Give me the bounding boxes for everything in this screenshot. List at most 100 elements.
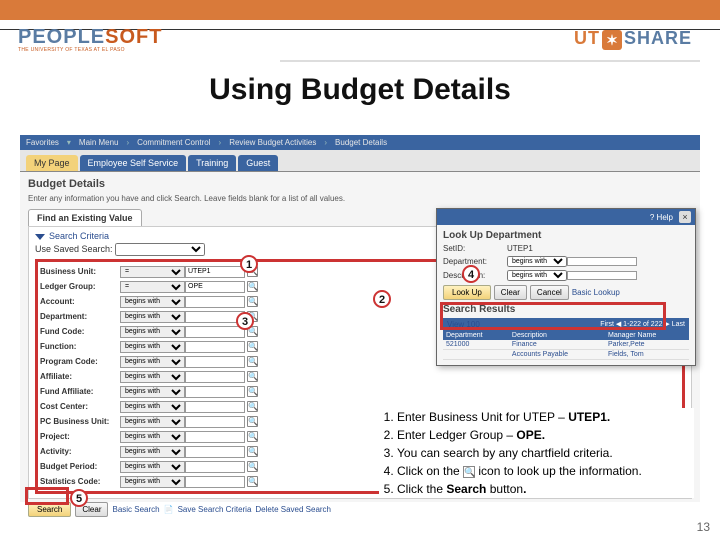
lookup-icon[interactable]: 🔍: [247, 281, 258, 292]
criteria-label: Project:: [40, 432, 120, 441]
criteria-input[interactable]: [185, 446, 245, 458]
tab-ess[interactable]: Employee Self Service: [80, 155, 187, 171]
popup-desc-input[interactable]: [567, 271, 637, 280]
breadcrumb-item[interactable]: Commitment Control: [137, 138, 210, 147]
lookup-icon[interactable]: 🔍: [247, 386, 258, 397]
popup-op-select[interactable]: begins with: [507, 256, 567, 267]
popup-dept-row: Department: begins with: [443, 256, 689, 267]
criteria-op-select[interactable]: begins with: [120, 401, 185, 413]
breadcrumb-item[interactable]: Budget Details: [335, 138, 387, 147]
save-criteria-link[interactable]: Save Search Criteria: [178, 505, 252, 514]
basic-lookup-link[interactable]: Basic Lookup: [572, 288, 620, 297]
lookup-icon[interactable]: 🔍: [247, 446, 258, 457]
criteria-op-select[interactable]: begins with: [120, 446, 185, 458]
breadcrumb-item[interactable]: Favorites: [26, 138, 59, 147]
basic-search-link[interactable]: Basic Search: [112, 505, 159, 514]
criteria-input[interactable]: [185, 386, 245, 398]
skyline-graphic: [0, 0, 720, 20]
criteria-input[interactable]: [185, 416, 245, 428]
popup-titlebar: ? Help ×: [437, 209, 695, 225]
page-hint: Enter any information you have and click…: [28, 194, 692, 203]
lookup-department-popup: ? Help × Look Up Department SetID: UTEP1…: [436, 208, 696, 366]
tab-training[interactable]: Training: [188, 155, 236, 171]
lookup-icon[interactable]: 🔍: [247, 401, 258, 412]
criteria-input[interactable]: [185, 266, 245, 278]
criteria-op-select[interactable]: begins with: [120, 461, 185, 473]
criteria-op-select[interactable]: begins with: [120, 431, 185, 443]
callout-1: 1: [240, 255, 258, 273]
instruction-item: Enter Ledger Group – OPE.: [397, 426, 694, 444]
popup-dept-input[interactable]: [567, 257, 637, 266]
col-description[interactable]: Description: [509, 331, 605, 340]
lookup-icon[interactable]: 🔍: [247, 356, 258, 367]
criteria-input[interactable]: [185, 356, 245, 368]
table-cell[interactable]: [443, 350, 509, 360]
popup-help-link[interactable]: ? Help: [650, 213, 673, 222]
lookup-icon[interactable]: 🔍: [247, 476, 258, 487]
criteria-op-select[interactable]: begins with: [120, 296, 185, 308]
criteria-label: Statistics Code:: [40, 477, 120, 486]
tab-mypage[interactable]: My Page: [26, 155, 78, 171]
criteria-input[interactable]: [185, 326, 245, 338]
table-cell[interactable]: Parker,Pete: [605, 340, 689, 350]
table-cell[interactable]: Fields, Tom: [605, 350, 689, 360]
criteria-label: PC Business Unit:: [40, 417, 120, 426]
lookup-icon[interactable]: 🔍: [247, 431, 258, 442]
lookup-icon[interactable]: 🔍: [247, 371, 258, 382]
criteria-label: Affiliate:: [40, 372, 120, 381]
callout-3: 3: [236, 312, 254, 330]
criteria-input[interactable]: [185, 281, 245, 293]
breadcrumb-item[interactable]: Review Budget Activities: [229, 138, 316, 147]
criteria-op-select[interactable]: begins with: [120, 476, 185, 488]
table-cell[interactable]: Finance: [509, 340, 605, 350]
popup-setid-value: UTEP1: [507, 244, 533, 253]
popup-field-label: Department:: [443, 257, 507, 266]
popup-cancel-button[interactable]: Cancel: [530, 285, 569, 300]
table-cell[interactable]: Accounts Payable: [509, 350, 605, 360]
delete-saved-link[interactable]: Delete Saved Search: [255, 505, 331, 514]
criteria-input[interactable]: [185, 341, 245, 353]
lookup-icon[interactable]: 🔍: [247, 296, 258, 307]
criteria-op-select[interactable]: begins with: [120, 341, 185, 353]
results-table: Department Description Manager Name 5210…: [443, 331, 689, 360]
col-manager[interactable]: Manager Name: [605, 331, 689, 340]
criteria-label: Cost Center:: [40, 402, 120, 411]
logo-text-soft: SOFT: [105, 26, 162, 48]
find-existing-tab[interactable]: Find an Existing Value: [28, 209, 142, 226]
criteria-label: Search Criteria: [49, 231, 109, 241]
saved-search-select[interactable]: [115, 243, 205, 256]
criteria-label: Account:: [40, 297, 120, 306]
lookup-icon[interactable]: 🔍: [247, 461, 258, 472]
criteria-op-select[interactable]: begins with: [120, 356, 185, 368]
table-row[interactable]: Accounts PayableFields, Tom: [443, 350, 689, 360]
instruction-list: Enter Business Unit for UTEP – UTEP1.Ent…: [379, 408, 694, 498]
criteria-input[interactable]: [185, 401, 245, 413]
table-cell[interactable]: 521000: [443, 340, 509, 350]
instruction-item: Click on the 🔍 icon to look up the infor…: [397, 462, 694, 480]
lookup-icon[interactable]: 🔍: [247, 416, 258, 427]
criteria-op-select[interactable]: begins with: [120, 386, 185, 398]
criteria-input[interactable]: [185, 371, 245, 383]
breadcrumb-item[interactable]: Main Menu: [79, 138, 119, 147]
callout-5: 5: [70, 489, 88, 507]
table-row[interactable]: 521000FinanceParker,Pete: [443, 340, 689, 350]
criteria-input[interactable]: [185, 476, 245, 488]
lookup-button[interactable]: Look Up: [443, 285, 491, 300]
criteria-input[interactable]: [185, 431, 245, 443]
header-underline: [280, 60, 700, 62]
criteria-op-select[interactable]: begins with: [120, 416, 185, 428]
lookup-icon[interactable]: 🔍: [247, 341, 258, 352]
popup-clear-button[interactable]: Clear: [494, 285, 527, 300]
close-icon[interactable]: ×: [679, 211, 691, 223]
criteria-input[interactable]: [185, 461, 245, 473]
logo-text-people: PEOPLE: [18, 26, 105, 48]
criteria-op-select[interactable]: begins with: [120, 311, 185, 323]
criteria-op-select[interactable]: begins with: [120, 371, 185, 383]
criteria-op-select[interactable]: =: [120, 281, 185, 293]
col-department[interactable]: Department: [443, 331, 509, 340]
popup-op-select[interactable]: begins with: [507, 270, 567, 281]
criteria-op-select[interactable]: begins with: [120, 326, 185, 338]
criteria-op-select[interactable]: =: [120, 266, 185, 278]
tab-guest[interactable]: Guest: [238, 155, 278, 171]
criteria-input[interactable]: [185, 296, 245, 308]
